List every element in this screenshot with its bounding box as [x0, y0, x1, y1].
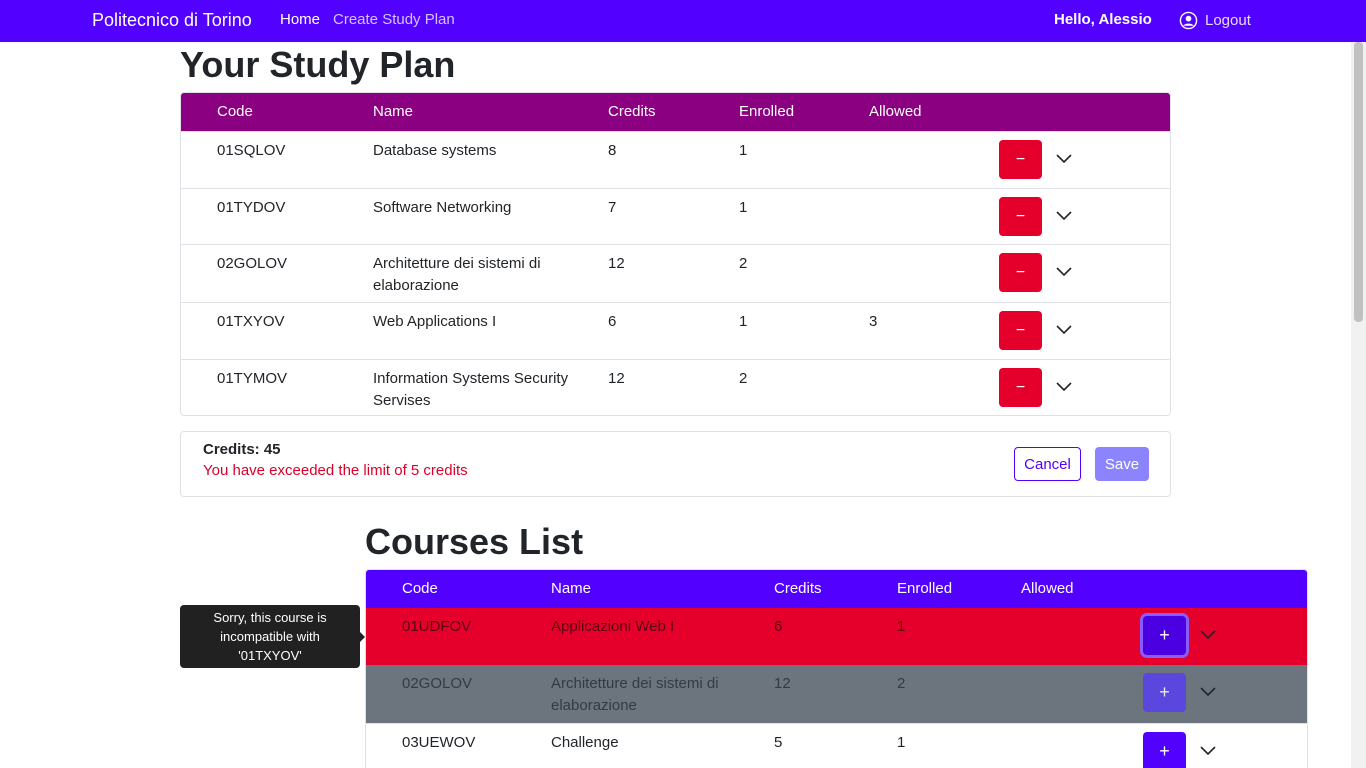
course-code: 03UEWOV [402, 734, 476, 751]
chevron-down-icon[interactable] [1056, 154, 1072, 164]
col-enrolled: Enrolled [897, 580, 953, 597]
course-credits: 12 [608, 370, 625, 387]
page-scrollbar[interactable] [1351, 42, 1366, 768]
course-code: 01TYMOV [217, 370, 288, 387]
col-name: Name [551, 580, 592, 597]
course-name: Architetture dei sistemi di elaborazione [373, 255, 541, 294]
study-plan-table-header: Code Name Credits Enrolled Allowed [181, 93, 1170, 131]
course-allowed: 3 [869, 313, 878, 330]
table-row: 02GOLOV Architetture dei sistemi di elab… [181, 244, 1170, 302]
chevron-down-icon[interactable] [1056, 325, 1072, 335]
remove-course-button[interactable]: − [999, 197, 1042, 236]
course-name: Database systems [373, 142, 497, 159]
remove-course-button[interactable]: − [999, 140, 1042, 179]
course-code: 02GOLOV [217, 255, 288, 272]
chevron-down-icon[interactable] [1200, 746, 1216, 756]
scrollbar-thumb[interactable] [1354, 42, 1363, 322]
study-plan-table: Code Name Credits Enrolled Allowed 01SQL… [180, 92, 1171, 416]
course-credits: 5 [774, 734, 783, 751]
course-name: Information Systems Security Servises [373, 370, 569, 409]
logout-link[interactable]: Logout [1179, 11, 1251, 30]
table-row: 01TXYOV Web Applications I 6 1 3 − [181, 302, 1170, 359]
col-credits: Credits [774, 580, 822, 597]
course-name: Challenge [551, 734, 619, 751]
course-enrolled: 1 [739, 142, 748, 159]
chevron-down-icon[interactable] [1056, 382, 1072, 392]
course-code: 01TYDOV [217, 199, 286, 216]
course-credits: 7 [608, 199, 617, 216]
nav-create-study-plan-link[interactable]: Create Study Plan [333, 11, 455, 28]
total-credits: Credits: 45 [203, 441, 281, 458]
course-name: Web Applications I [373, 313, 497, 330]
add-course-button[interactable]: + [1143, 673, 1186, 712]
course-credits: 6 [608, 313, 617, 330]
course-code: 01SQLOV [217, 142, 286, 159]
courses-list-title: Courses List [365, 521, 584, 562]
course-enrolled: 2 [739, 370, 748, 387]
chevron-down-icon[interactable] [1200, 630, 1216, 640]
logout-label: Logout [1205, 12, 1251, 29]
course-enrolled: 2 [897, 675, 906, 692]
course-name: Software Networking [373, 199, 512, 216]
cancel-button[interactable]: Cancel [1014, 447, 1081, 481]
col-credits: Credits [608, 103, 656, 120]
course-code: 01TXYOV [217, 313, 285, 330]
col-name: Name [373, 103, 414, 120]
col-code: Code [217, 103, 253, 120]
course-name: Applicazioni Web I [551, 618, 675, 635]
table-row: 01TYDOV Software Networking 7 1 − [181, 188, 1170, 244]
course-code: 02GOLOV [402, 675, 473, 692]
navbar: Politecnico di Torino Home Create Study … [0, 0, 1366, 42]
remove-course-button[interactable]: − [999, 368, 1042, 407]
course-credits: 8 [608, 142, 617, 159]
col-enrolled: Enrolled [739, 103, 795, 120]
course-enrolled: 2 [739, 255, 748, 272]
course-credits: 12 [608, 255, 625, 272]
tooltip-text: Sorry, this course is incompatible with … [213, 610, 327, 663]
chevron-down-icon[interactable] [1056, 211, 1072, 221]
user-circle-icon [1179, 11, 1198, 30]
study-plan-title: Your Study Plan [180, 44, 456, 85]
add-course-button[interactable]: + [1143, 616, 1186, 655]
course-enrolled: 1 [897, 734, 906, 751]
courses-list-table: Code Name Credits Enrolled Allowed 01UDF… [365, 569, 1308, 768]
course-enrolled: 1 [897, 618, 906, 635]
remove-course-button[interactable]: − [999, 253, 1042, 292]
save-button[interactable]: Save [1095, 447, 1149, 481]
remove-course-button[interactable]: − [999, 311, 1042, 350]
course-enrolled: 1 [739, 199, 748, 216]
table-row: 03UEWOV Challenge 5 1 + [366, 723, 1307, 768]
table-row: 02GOLOV Architetture dei sistemi di elab… [366, 665, 1307, 723]
credits-summary-card: Credits: 45 You have exceeded the limit … [180, 431, 1171, 497]
course-code: 01UDFOV [402, 618, 472, 635]
col-code: Code [402, 580, 438, 597]
nav-home-link[interactable]: Home [280, 11, 320, 28]
add-course-button[interactable]: + [1143, 732, 1186, 768]
course-credits: 6 [774, 618, 783, 635]
col-allowed: Allowed [1021, 580, 1074, 597]
credits-warning: You have exceeded the limit of 5 credits [203, 462, 468, 479]
table-row: 01SQLOV Database systems 8 1 − [181, 131, 1170, 188]
table-row: 01UDFOV Applicazioni Web I 6 1 + [366, 608, 1307, 665]
courses-list-table-header: Code Name Credits Enrolled Allowed [366, 570, 1307, 608]
tooltip-arrow [360, 632, 365, 642]
course-enrolled: 1 [739, 313, 748, 330]
course-credits: 12 [774, 675, 791, 692]
user-greeting: Hello, Alessio [1054, 11, 1152, 28]
chevron-down-icon[interactable] [1056, 267, 1072, 277]
incompatible-tooltip: Sorry, this course is incompatible with … [180, 605, 365, 668]
course-name: Architetture dei sistemi di elaborazione [551, 675, 719, 714]
brand-link[interactable]: Politecnico di Torino [92, 10, 252, 31]
col-allowed: Allowed [869, 103, 922, 120]
table-row: 01TYMOV Information Systems Security Ser… [181, 359, 1170, 415]
chevron-down-icon[interactable] [1200, 687, 1216, 697]
